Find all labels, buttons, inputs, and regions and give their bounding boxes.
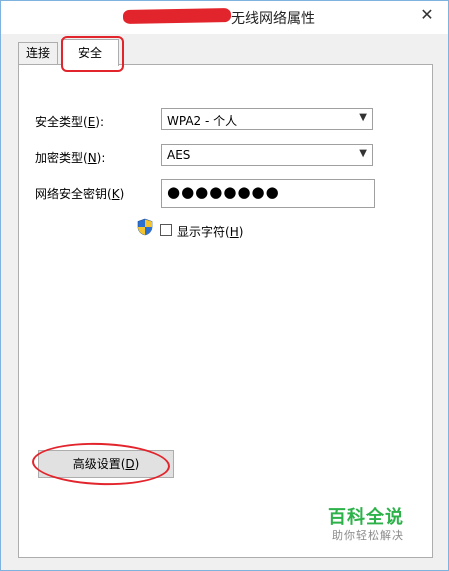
advanced-settings-button[interactable]: 高级设置(D) <box>38 450 174 478</box>
redacted-network-name <box>122 8 232 24</box>
close-icon: ✕ <box>420 5 434 24</box>
network-key-input[interactable]: ●●●●●●●● <box>161 179 375 208</box>
network-key-label-suffix: ) <box>119 187 125 201</box>
watermark-tagline: 助你轻松解决 <box>332 529 404 542</box>
security-type-label-suffix: ): <box>95 115 105 129</box>
security-type-value: WPA2 - 个人 <box>167 114 238 128</box>
security-panel <box>18 64 433 558</box>
chevron-down-icon: ▼ <box>359 112 367 123</box>
show-characters-label[interactable]: 显示字符(H) <box>177 223 243 240</box>
properties-window: 无线网络属性 ✕ 连接 安全 <box>0 0 449 571</box>
chevron-down-icon: ▼ <box>359 148 367 159</box>
show-characters-access-key: H <box>229 225 239 239</box>
security-type-select[interactable]: WPA2 - 个人 ▼ <box>161 108 373 130</box>
tab-connection[interactable]: 连接 <box>18 42 58 64</box>
advanced-settings-label-suffix: ) <box>134 457 140 471</box>
title-bar: 无线网络属性 ✕ <box>1 1 448 34</box>
network-key-value: ●●●●●●●● <box>167 183 280 201</box>
show-characters-label-suffix: ) <box>238 225 244 239</box>
network-key-label-text: 网络安全密钥( <box>35 187 112 201</box>
close-button[interactable]: ✕ <box>414 3 440 27</box>
tab-security[interactable]: 安全 <box>61 39 119 66</box>
show-characters-label-text: 显示字符( <box>177 225 230 239</box>
encryption-type-access-key: N <box>87 151 97 165</box>
security-type-label: 安全类型(E): <box>35 113 104 130</box>
security-type-label-text: 安全类型( <box>35 115 88 129</box>
uac-shield-icon <box>137 218 153 236</box>
network-key-access-key: K <box>111 187 120 201</box>
show-characters-checkbox[interactable] <box>160 224 172 236</box>
advanced-settings-access-key: D <box>125 457 135 471</box>
window-title: 无线网络属性 <box>231 11 315 27</box>
encryption-type-label: 加密类型(N): <box>35 149 105 166</box>
network-key-label: 网络安全密钥(K) <box>35 185 124 202</box>
encryption-type-value: AES <box>167 148 191 162</box>
encryption-type-select[interactable]: AES ▼ <box>161 144 373 166</box>
encryption-type-label-text: 加密类型( <box>35 151 88 165</box>
encryption-type-label-suffix: ): <box>96 151 106 165</box>
advanced-settings-label-text: 高级设置( <box>72 457 126 471</box>
watermark-brand: 百科全说 <box>328 507 404 528</box>
